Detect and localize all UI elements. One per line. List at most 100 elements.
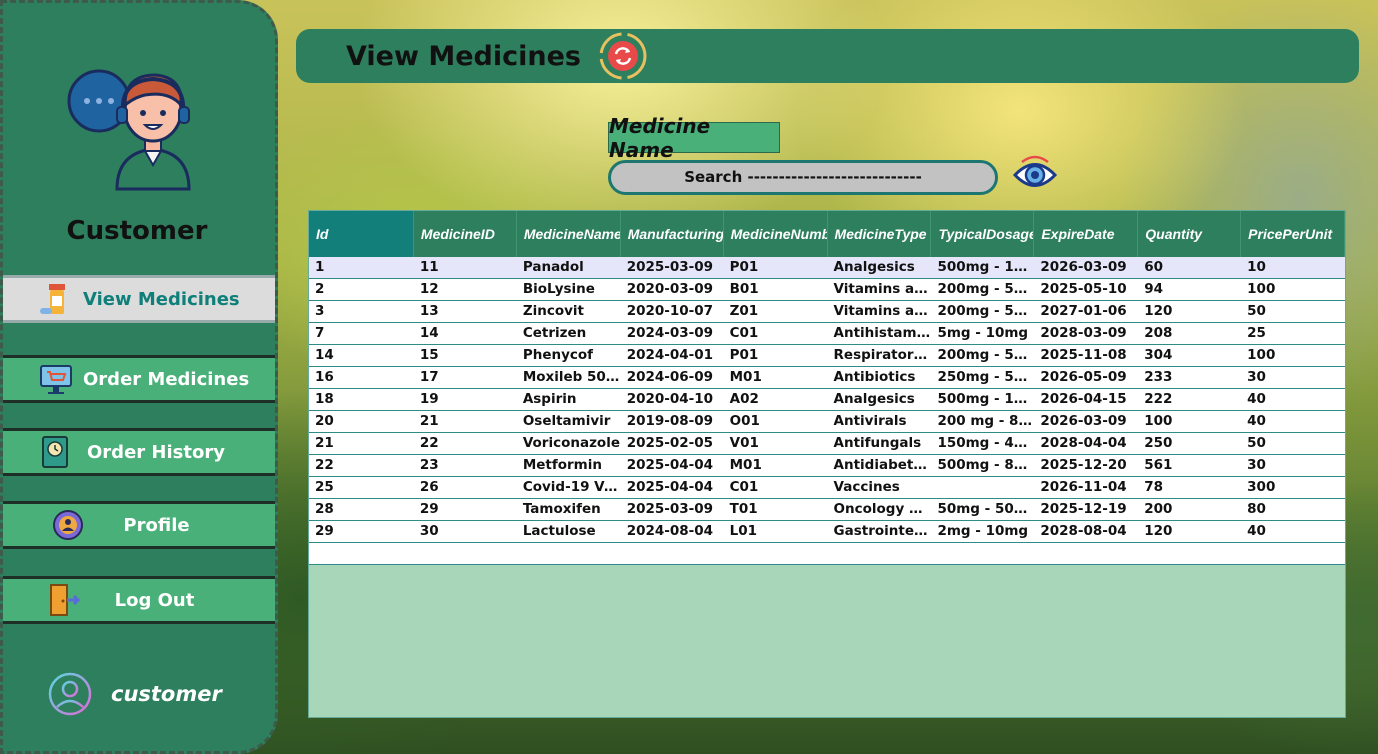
table-cell[interactable]: Analgesics bbox=[828, 389, 932, 410]
table-cell[interactable]: 250mg - 500... bbox=[931, 367, 1034, 388]
table-cell[interactable]: 304 bbox=[1138, 345, 1241, 366]
column-header[interactable]: MedicineID bbox=[414, 211, 517, 257]
table-cell[interactable]: 2025-11-08 bbox=[1034, 345, 1138, 366]
table-cell[interactable]: 20 bbox=[309, 411, 414, 432]
table-cell[interactable]: 100 bbox=[1241, 279, 1345, 300]
table-cell[interactable]: 40 bbox=[1241, 521, 1345, 542]
table-cell[interactable]: Metformin bbox=[517, 455, 621, 476]
table-cell[interactable]: 500mg - 100... bbox=[931, 257, 1034, 278]
table-cell[interactable]: 500mg - 100... bbox=[931, 389, 1034, 410]
nav-log-out[interactable]: Log Out bbox=[3, 576, 275, 624]
column-header[interactable]: MedicineType bbox=[828, 211, 932, 257]
table-cell[interactable]: 222 bbox=[1138, 389, 1241, 410]
table-cell[interactable]: V01 bbox=[724, 433, 828, 454]
table-row[interactable]: 20 21 Oseltamivir 2019-08-09 O01 Antivirals 20… bbox=[309, 411, 1345, 433]
table-cell[interactable]: P01 bbox=[724, 257, 828, 278]
table-cell[interactable]: 25 bbox=[1241, 323, 1345, 344]
table-cell[interactable]: 2025-12-19 bbox=[1034, 499, 1138, 520]
table-cell[interactable]: 50mg - 500... bbox=[931, 499, 1034, 520]
table-cell[interactable]: 2025-02-05 bbox=[621, 433, 724, 454]
table-cell[interactable]: 16 bbox=[309, 367, 414, 388]
table-cell[interactable]: 25 bbox=[309, 477, 414, 498]
table-row[interactable]: 29 30 Lactulose 2024-08-04 L01 Gastrointes...… bbox=[309, 521, 1345, 543]
table-cell[interactable]: 208 bbox=[1138, 323, 1241, 344]
table-cell[interactable]: Tamoxifen bbox=[517, 499, 621, 520]
table-cell[interactable]: T01 bbox=[724, 499, 828, 520]
table-cell[interactable]: 2028-08-04 bbox=[1034, 521, 1138, 542]
table-cell[interactable]: Panadol bbox=[517, 257, 621, 278]
table-cell[interactable]: 150mg - 400... bbox=[931, 433, 1034, 454]
column-header[interactable]: MedicineName bbox=[517, 211, 621, 257]
table-row[interactable]: 1415Phenycof2024-04-01P01Respiratory ...… bbox=[309, 345, 1345, 367]
table-cell[interactable]: BioLysine bbox=[517, 279, 621, 300]
table-cell[interactable]: 2026-11-04 bbox=[1034, 477, 1138, 498]
table-cell[interactable]: Gastrointes... bbox=[828, 521, 932, 542]
table-cell[interactable]: Aspirin bbox=[517, 389, 621, 410]
nav-order-medicines[interactable]: Order Medicines bbox=[3, 355, 275, 403]
table-cell[interactable]: M01 bbox=[724, 455, 828, 476]
table-cell[interactable]: Antivirals bbox=[828, 411, 932, 432]
table-cell[interactable]: A02 bbox=[724, 389, 828, 410]
table-cell[interactable]: 2025-03-09 bbox=[621, 257, 724, 278]
search-input[interactable]: Search ---------------------------- bbox=[608, 160, 998, 195]
table-cell[interactable]: P01 bbox=[724, 345, 828, 366]
nav-view-medicines[interactable]: View Medicines bbox=[3, 275, 275, 323]
table-cell[interactable]: 21 bbox=[414, 411, 517, 432]
table-cell[interactable]: 26 bbox=[414, 477, 517, 498]
table-cell[interactable]: Oseltamivir bbox=[517, 411, 621, 432]
table-cell[interactable]: 12 bbox=[414, 279, 517, 300]
table-cell[interactable]: 100 bbox=[1241, 345, 1345, 366]
table-cell[interactable]: 21 bbox=[309, 433, 414, 454]
table-cell[interactable]: 2024-06-09 bbox=[621, 367, 724, 388]
table-cell[interactable]: Cetrizen bbox=[517, 323, 621, 344]
column-header[interactable]: TypicalDosage bbox=[931, 211, 1035, 257]
table-cell[interactable]: 13 bbox=[414, 301, 517, 322]
table-cell[interactable]: 23 bbox=[414, 455, 517, 476]
table-cell[interactable]: 200 mg - 80... bbox=[931, 411, 1034, 432]
column-header[interactable]: ExpireDate bbox=[1034, 211, 1139, 257]
table-cell[interactable]: 200mg - 500... bbox=[931, 345, 1034, 366]
table-row[interactable]: 1 11 Panadol 2025-03-09 P01 Analgesics 500mg -… bbox=[309, 257, 1345, 279]
column-header[interactable]: MedicineNumber bbox=[724, 211, 828, 257]
table-cell[interactable]: 7 bbox=[309, 323, 414, 344]
table-cell[interactable]: 2024-08-04 bbox=[621, 521, 724, 542]
nav-order-history[interactable]: Order History bbox=[3, 428, 275, 476]
table-cell[interactable]: 2027-01-06 bbox=[1034, 301, 1138, 322]
table-cell[interactable]: 14 bbox=[414, 323, 517, 344]
column-header[interactable]: Quantity bbox=[1138, 211, 1242, 257]
table-cell[interactable]: 30 bbox=[414, 521, 517, 542]
table-row[interactable]: 2 12 BioLysine 2020-03-09 B01 Vitamins an... 2… bbox=[309, 279, 1345, 301]
column-header[interactable]: ManufacturingDate bbox=[621, 211, 724, 257]
table-cell[interactable]: 120 bbox=[1138, 521, 1241, 542]
table-cell[interactable]: 300 bbox=[1241, 477, 1345, 498]
column-header[interactable]: PricePerUnit bbox=[1241, 211, 1346, 257]
table-cell[interactable]: Respiratory ... bbox=[828, 345, 932, 366]
table-cell[interactable]: 60 bbox=[1138, 257, 1241, 278]
table-cell[interactable]: C01 bbox=[724, 323, 828, 344]
table-cell[interactable]: 2mg - 10mg bbox=[931, 521, 1034, 542]
column-header[interactable]: Id bbox=[309, 211, 414, 257]
table-row[interactable]: 21 22 Voriconazole 2025-02-05 V01 Antifungals… bbox=[309, 433, 1345, 455]
table-cell[interactable] bbox=[931, 477, 1034, 498]
table-cell[interactable]: 1 bbox=[309, 257, 414, 278]
table-cell[interactable]: 2025-05-10 bbox=[1034, 279, 1138, 300]
table-cell[interactable]: Analgesics bbox=[828, 257, 932, 278]
table-cell[interactable]: Moxileb 500... bbox=[517, 367, 621, 388]
table-cell[interactable]: M01 bbox=[724, 367, 828, 388]
table-cell[interactable]: 200mg - 500... bbox=[931, 301, 1034, 322]
table-cell[interactable]: 10 bbox=[1241, 257, 1345, 278]
table-cell[interactable]: 28 bbox=[309, 499, 414, 520]
table-cell[interactable]: Vitamins an... bbox=[828, 301, 932, 322]
table-cell[interactable]: 2028-03-09 bbox=[1034, 323, 1138, 344]
table-cell[interactable]: 2026-04-15 bbox=[1034, 389, 1138, 410]
table-cell[interactable]: Covid-19 Va... bbox=[517, 477, 621, 498]
table-cell[interactable]: 2025-04-04 bbox=[621, 455, 724, 476]
table-cell[interactable]: O01 bbox=[724, 411, 828, 432]
table-cell[interactable]: 2 bbox=[309, 279, 414, 300]
table-cell[interactable]: 200 bbox=[1138, 499, 1241, 520]
table-cell[interactable]: 2020-03-09 bbox=[621, 279, 724, 300]
table-cell[interactable]: 3 bbox=[309, 301, 414, 322]
table-cell[interactable]: Antidiabetics bbox=[828, 455, 932, 476]
table-cell[interactable]: 78 bbox=[1138, 477, 1241, 498]
table-row[interactable]: 16 17 Moxileb 500... 2024-06-09 M01 Antibioti… bbox=[309, 367, 1345, 389]
